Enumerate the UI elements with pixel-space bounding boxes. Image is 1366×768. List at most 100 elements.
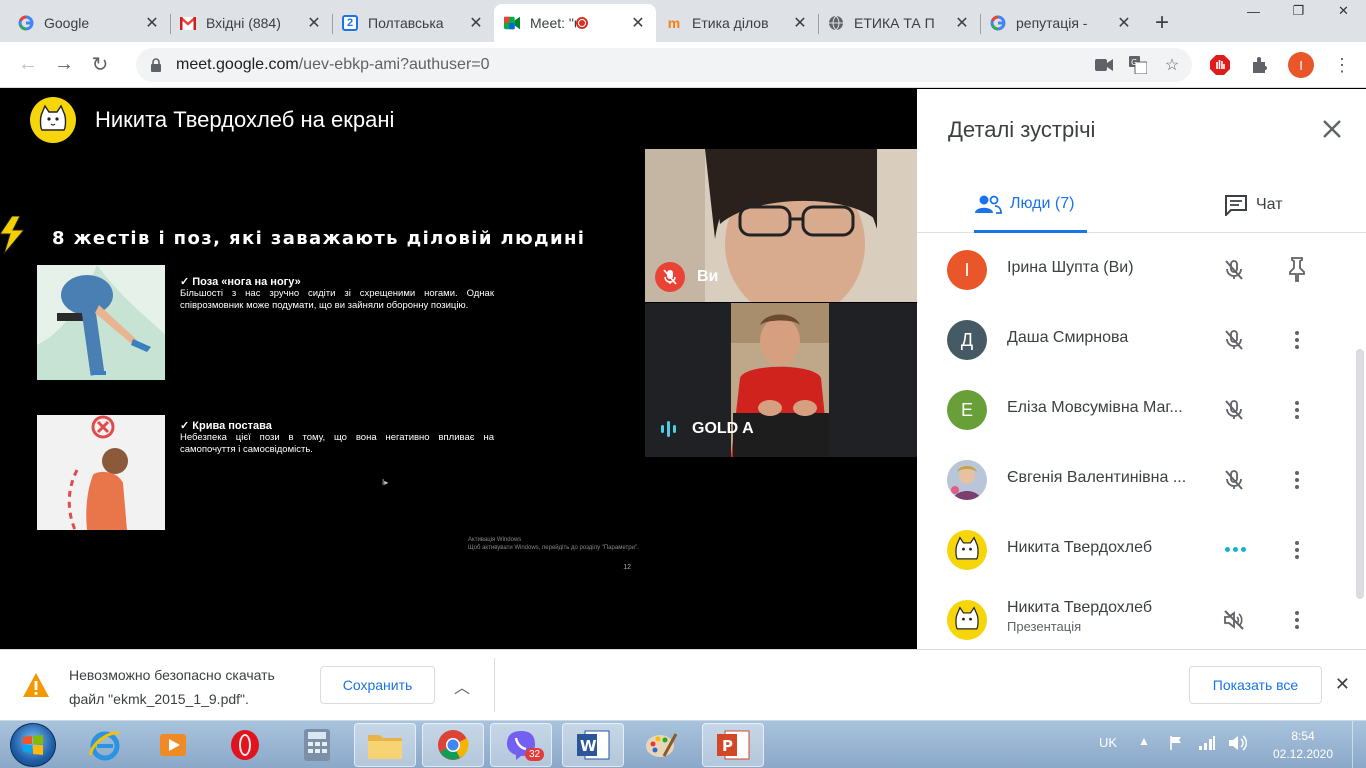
pin-icon[interactable] xyxy=(1285,256,1309,282)
chevron-up-icon[interactable]: ︿ xyxy=(454,674,470,698)
clock-date: 02.12.2020 xyxy=(1272,747,1334,761)
panel-title: Деталі зустрічі xyxy=(948,117,1096,142)
menu-kebab-icon[interactable]: ⋮ xyxy=(1330,53,1354,77)
tab-etika[interactable]: ЕТИКА ТА П ✕ xyxy=(818,4,980,42)
participant-row[interactable]: Д Даша Смирнова xyxy=(917,305,1357,375)
translate-icon[interactable]: G xyxy=(1128,55,1148,75)
slide-item-heading: ✓ Поза «нога на ногу» xyxy=(180,276,301,288)
reload-button[interactable]: ↻ xyxy=(82,47,118,83)
tab-moodle[interactable]: m Етика ділов ✕ xyxy=(656,4,818,42)
close-icon[interactable] xyxy=(1320,117,1344,141)
start-button[interactable] xyxy=(10,723,56,767)
participant-row[interactable]: Е Еліза Мовсумівна Маг... xyxy=(917,375,1357,445)
extensions-icon[interactable] xyxy=(1248,53,1272,77)
panel-scrollbar[interactable] xyxy=(1356,349,1364,599)
tab-google[interactable]: Google ✕ xyxy=(8,4,170,42)
crossed-legs-illustration xyxy=(37,265,165,380)
restore-button[interactable]: ❐ xyxy=(1276,0,1321,22)
participant-tile-label: GOLD A xyxy=(661,420,754,438)
slide-item-text: ✓ Поза «нога на ногу» Більшості з нас зр… xyxy=(180,276,494,312)
viber-badge: 32 xyxy=(525,748,545,761)
save-button[interactable]: Сохранить xyxy=(320,666,435,704)
participant-row[interactable]: Никита Твердохлеб xyxy=(917,515,1357,585)
cat-icon xyxy=(955,606,979,630)
meet-icon xyxy=(504,15,520,31)
volume-off-icon xyxy=(1224,610,1244,630)
camera-icon[interactable] xyxy=(1094,55,1114,75)
more-options-icon[interactable] xyxy=(1285,538,1309,562)
svg-text:W: W xyxy=(580,737,597,755)
avatar: І xyxy=(947,250,987,290)
more-options-icon[interactable] xyxy=(1285,608,1309,632)
tray-expand-icon[interactable]: ▲ xyxy=(1138,734,1150,748)
calculator-icon[interactable] xyxy=(286,723,348,767)
word-icon[interactable]: W xyxy=(562,723,624,767)
profile-avatar[interactable]: I xyxy=(1288,52,1314,78)
explorer-icon[interactable] xyxy=(354,723,416,767)
paint-icon[interactable] xyxy=(630,723,692,767)
more-options-icon[interactable] xyxy=(1285,328,1309,352)
address-bar[interactable]: meet.google.com/uev-ebkp-ami?authuser=0 … xyxy=(136,48,1192,82)
participant-name: Даша Смирнова xyxy=(1007,329,1129,346)
participant-name: Ірина Шупта (Ви) xyxy=(1007,259,1134,276)
opera-icon[interactable] xyxy=(214,723,276,767)
close-icon[interactable]: ✕ xyxy=(1335,674,1350,695)
gmail-icon xyxy=(180,15,196,31)
close-window-button[interactable]: ✕ xyxy=(1321,0,1366,22)
mic-off-icon xyxy=(1225,260,1243,280)
tab-meet[interactable]: Meet: "u ✕ xyxy=(494,4,656,42)
warning-icon xyxy=(23,673,49,697)
tab-chat[interactable]: Чат xyxy=(1224,177,1283,233)
tab-close-icon[interactable]: ✕ xyxy=(630,13,646,33)
avatar: Д xyxy=(947,320,987,360)
screen: Google ✕ Вхідні (884) ✕ 2 Полтавська ✕ M… xyxy=(0,0,1366,768)
self-video-tile[interactable]: Ви xyxy=(645,149,917,302)
media-player-icon[interactable] xyxy=(142,723,204,767)
powerpoint-icon[interactable]: P xyxy=(702,723,764,767)
slide-item-text: ✓ Крива постава Небезпека цієї пози в то… xyxy=(180,420,494,456)
tab-title: Полтавська xyxy=(368,15,444,31)
ie-icon[interactable] xyxy=(74,723,136,767)
more-options-icon[interactable] xyxy=(1285,398,1309,422)
avatar xyxy=(947,530,987,570)
tab-close-icon[interactable]: ✕ xyxy=(1116,13,1132,33)
participant-row[interactable]: І Ірина Шупта (Ви) xyxy=(917,235,1357,305)
tab-close-icon[interactable]: ✕ xyxy=(954,13,970,33)
forward-button[interactable]: → xyxy=(46,47,82,83)
adblock-icon[interactable] xyxy=(1208,53,1232,77)
tab-close-icon[interactable]: ✕ xyxy=(792,13,808,33)
volume-icon[interactable] xyxy=(1228,735,1248,756)
tab-gmail[interactable]: Вхідні (884) ✕ xyxy=(170,4,332,42)
cat-icon xyxy=(955,536,979,560)
tab-close-icon[interactable]: ✕ xyxy=(144,13,160,33)
show-all-button[interactable]: Показать все xyxy=(1189,666,1322,704)
new-tab-button[interactable]: + xyxy=(1142,4,1182,42)
system-clock[interactable]: 8:54 02.12.2020 xyxy=(1268,727,1338,763)
minimize-button[interactable]: — xyxy=(1231,0,1276,22)
tab-reputation[interactable]: репутація - ✕ xyxy=(980,4,1142,42)
windows-logo-icon xyxy=(23,735,43,755)
url-host: meet.google.com xyxy=(176,56,299,73)
more-options-icon[interactable] xyxy=(1285,468,1309,492)
tab-close-icon[interactable]: ✕ xyxy=(306,13,322,33)
windows-taskbar: 32 W P UK ▲ 8:54 02.12.2020 xyxy=(0,720,1366,768)
participant-row[interactable]: Євгенія Валентинівна ... xyxy=(917,445,1357,515)
show-desktop-button[interactable] xyxy=(1352,721,1366,768)
clock-time: 8:54 xyxy=(1291,729,1315,743)
participant-video-tile[interactable]: GOLD A xyxy=(645,303,917,457)
chat-icon xyxy=(1225,195,1247,216)
participant-row[interactable]: Никита Твердохлеб Презентація xyxy=(917,585,1357,655)
tab-close-icon[interactable]: ✕ xyxy=(468,13,484,33)
tab-calendar[interactable]: 2 Полтавська ✕ xyxy=(332,4,494,42)
viber-icon[interactable]: 32 xyxy=(490,723,552,767)
language-indicator[interactable]: UK xyxy=(1099,735,1117,750)
flag-icon[interactable] xyxy=(1168,735,1184,756)
back-button[interactable]: ← xyxy=(10,47,46,83)
chrome-icon[interactable] xyxy=(422,723,484,767)
download-warning-line-2: файл "ekmk_2015_1_9.pdf". xyxy=(69,691,249,707)
tab-people[interactable]: Люди (7) xyxy=(974,177,1087,233)
participant-name: Євгенія Валентинівна ... xyxy=(1007,469,1187,486)
network-icon[interactable] xyxy=(1198,735,1216,756)
bookmark-star-icon[interactable]: ☆ xyxy=(1162,55,1182,75)
windows-activation-watermark: Активація Windows Щоб активувати Windows… xyxy=(468,536,639,552)
